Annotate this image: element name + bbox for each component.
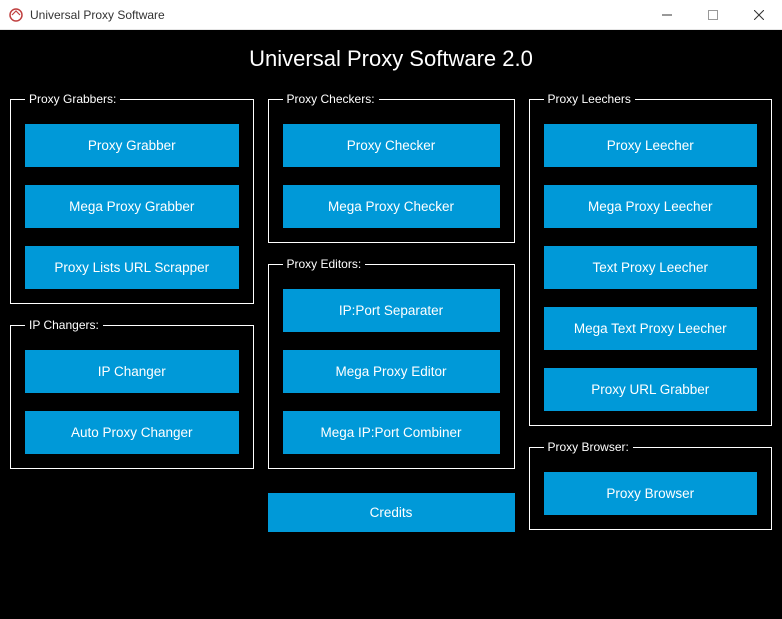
mega-ip-port-combiner-button[interactable]: Mega IP:Port Combiner bbox=[283, 411, 500, 454]
auto-proxy-changer-button[interactable]: Auto Proxy Changer bbox=[25, 411, 239, 454]
credits-button[interactable]: Credits bbox=[268, 493, 515, 532]
main-columns: Proxy Grabbers: Proxy Grabber Mega Proxy… bbox=[10, 92, 772, 609]
group-proxy-checkers: Proxy Checkers: Proxy Checker Mega Proxy… bbox=[268, 92, 515, 243]
minimize-button[interactable] bbox=[644, 0, 690, 30]
ip-changer-button[interactable]: IP Changer bbox=[25, 350, 239, 393]
group-proxy-editors: Proxy Editors: IP:Port Separater Mega Pr… bbox=[268, 257, 515, 469]
text-proxy-leecher-button[interactable]: Text Proxy Leecher bbox=[544, 246, 758, 289]
legend-proxy-leechers: Proxy Leechers bbox=[544, 92, 635, 106]
proxy-lists-url-scrapper-button[interactable]: Proxy Lists URL Scrapper bbox=[25, 246, 239, 289]
legend-ip-changers: IP Changers: bbox=[25, 318, 103, 332]
proxy-leecher-button[interactable]: Proxy Leecher bbox=[544, 124, 758, 167]
mega-text-proxy-leecher-button[interactable]: Mega Text Proxy Leecher bbox=[544, 307, 758, 350]
mega-proxy-editor-button[interactable]: Mega Proxy Editor bbox=[283, 350, 500, 393]
window-controls bbox=[644, 0, 782, 30]
app-title: Universal Proxy Software 2.0 bbox=[10, 46, 772, 72]
window-titlebar: Universal Proxy Software bbox=[0, 0, 782, 30]
maximize-button[interactable] bbox=[690, 0, 736, 30]
proxy-url-grabber-button[interactable]: Proxy URL Grabber bbox=[544, 368, 758, 411]
mega-proxy-checker-button[interactable]: Mega Proxy Checker bbox=[283, 185, 500, 228]
group-proxy-browser: Proxy Browser: Proxy Browser bbox=[529, 440, 773, 530]
proxy-checker-button[interactable]: Proxy Checker bbox=[283, 124, 500, 167]
column-left: Proxy Grabbers: Proxy Grabber Mega Proxy… bbox=[10, 92, 254, 609]
ip-port-separater-button[interactable]: IP:Port Separater bbox=[283, 289, 500, 332]
proxy-browser-button[interactable]: Proxy Browser bbox=[544, 472, 758, 515]
mega-proxy-leecher-button[interactable]: Mega Proxy Leecher bbox=[544, 185, 758, 228]
app-icon bbox=[8, 7, 24, 23]
column-right: Proxy Leechers Proxy Leecher Mega Proxy … bbox=[529, 92, 773, 609]
group-ip-changers: IP Changers: IP Changer Auto Proxy Chang… bbox=[10, 318, 254, 469]
mega-proxy-grabber-button[interactable]: Mega Proxy Grabber bbox=[25, 185, 239, 228]
group-proxy-grabbers: Proxy Grabbers: Proxy Grabber Mega Proxy… bbox=[10, 92, 254, 304]
footer-row: Credits bbox=[268, 493, 515, 532]
group-proxy-leechers: Proxy Leechers Proxy Leecher Mega Proxy … bbox=[529, 92, 773, 426]
close-button[interactable] bbox=[736, 0, 782, 30]
proxy-grabber-button[interactable]: Proxy Grabber bbox=[25, 124, 239, 167]
legend-proxy-checkers: Proxy Checkers: bbox=[283, 92, 379, 106]
app-body: Universal Proxy Software 2.0 Proxy Grabb… bbox=[0, 30, 782, 619]
legend-proxy-browser: Proxy Browser: bbox=[544, 440, 633, 454]
legend-proxy-grabbers: Proxy Grabbers: bbox=[25, 92, 120, 106]
window-title: Universal Proxy Software bbox=[30, 8, 644, 22]
legend-proxy-editors: Proxy Editors: bbox=[283, 257, 366, 271]
column-middle: Proxy Checkers: Proxy Checker Mega Proxy… bbox=[268, 92, 515, 609]
